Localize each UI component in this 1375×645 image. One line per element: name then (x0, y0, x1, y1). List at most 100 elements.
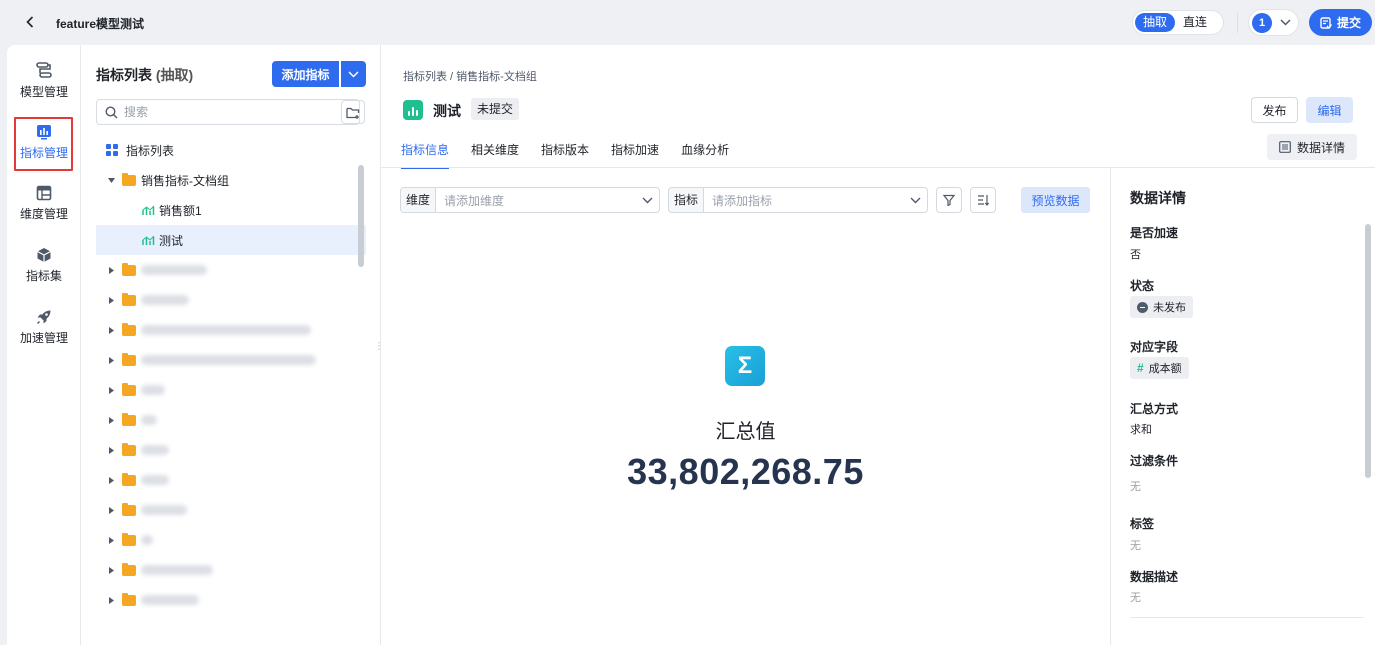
caret-down-icon[interactable] (106, 177, 116, 183)
metric-line-icon (142, 205, 155, 215)
top-bar: feature模型测试 抽取 直连 1 提交 (0, 0, 1375, 45)
details-scrollbar[interactable] (1365, 224, 1371, 478)
agg-label: 汇总方式 (1130, 402, 1179, 416)
list-icon (1279, 141, 1291, 153)
mode-direct[interactable]: 直连 (1175, 13, 1215, 32)
tree-folder[interactable] (96, 525, 366, 555)
tag-value: 无 (1130, 540, 1141, 552)
rocket-icon (37, 310, 51, 324)
obscured-name (141, 385, 165, 395)
data-details-button[interactable]: 数据详情 (1267, 134, 1357, 160)
rail-label-model: 模型管理 (19, 84, 68, 99)
cube-icon (37, 247, 51, 262)
rail-label-metrics: 指标管理 (19, 145, 68, 160)
search-input[interactable] (124, 105, 344, 119)
tab-related-dimensions[interactable]: 相关维度 (471, 135, 519, 167)
tree-leaf-sales[interactable]: 销售额1 (96, 195, 366, 225)
tab-lineage[interactable]: 血缘分析 (681, 135, 729, 167)
filter-condition-label: 过滤条件 (1130, 454, 1179, 468)
folder-icon (122, 292, 136, 306)
tree-folder[interactable] (96, 465, 366, 495)
version-number: 1 (1252, 12, 1272, 33)
field-chip: # 成本额 (1130, 357, 1189, 379)
caret-right-icon[interactable] (106, 356, 116, 364)
caret-right-icon[interactable] (106, 446, 116, 454)
tree-title-text: 指标列表 (96, 67, 152, 83)
add-metric-dropdown[interactable] (341, 61, 366, 87)
status-label: 状态 (1130, 279, 1155, 293)
caret-right-icon[interactable] (106, 326, 116, 334)
clipped-section-header (1130, 631, 1210, 643)
rail-item-metric-sets[interactable]: 指标集 (7, 238, 81, 292)
tab-metric-acceleration[interactable]: 指标加速 (611, 135, 659, 167)
folder-icon (122, 502, 136, 516)
caret-right-icon[interactable] (106, 596, 116, 604)
folder-icon (122, 592, 136, 606)
dimension-select-placeholder: 请添加维度 (444, 193, 505, 208)
caret-right-icon[interactable] (106, 416, 116, 424)
tree-folder[interactable] (96, 375, 366, 405)
filter-button[interactable] (936, 187, 962, 213)
tree-leaf-label: 测试 (159, 233, 184, 248)
rail-item-model[interactable]: 模型管理 (7, 53, 81, 107)
new-folder-button[interactable] (341, 100, 365, 124)
caret-right-icon[interactable] (106, 386, 116, 394)
obscured-name (141, 535, 153, 545)
tree-leaf-test[interactable]: 测试 (96, 225, 366, 255)
caret-right-icon[interactable] (106, 296, 116, 304)
tree-title-suffix: (抽取) (155, 67, 194, 83)
caret-right-icon[interactable] (106, 476, 116, 484)
caret-right-icon[interactable] (106, 566, 116, 574)
rail-item-dimensions[interactable]: 维度管理 (7, 176, 81, 230)
sort-button[interactable] (970, 187, 996, 213)
tab-metric-info[interactable]: 指标信息 (401, 135, 450, 169)
tree-scrollbar[interactable] (358, 165, 364, 267)
back-button[interactable] (22, 12, 38, 32)
version-selector[interactable]: 1 (1248, 9, 1299, 36)
tree-folder[interactable] (96, 345, 366, 375)
tree-search[interactable] (96, 99, 360, 125)
edit-button[interactable]: 编辑 (1306, 97, 1353, 123)
chevron-down-icon (635, 197, 659, 204)
dimension-select[interactable]: 维度 请添加维度 (400, 187, 660, 213)
caret-right-icon[interactable] (106, 266, 116, 274)
tree-root[interactable]: 指标列表 (96, 135, 366, 165)
tree-group[interactable]: 销售指标-文档组 (96, 165, 366, 195)
add-metric-button[interactable]: 添加指标 (272, 61, 339, 87)
grid-icon (106, 144, 118, 156)
tag-label: 标签 (1130, 517, 1155, 531)
left-rail: 模型管理 指标管理 维度管理 指标集 加速管理 (7, 45, 81, 645)
summary-value: 33,802,268.75 (627, 451, 864, 492)
metric-bar-icon (403, 100, 423, 120)
main-card: 模型管理 指标管理 维度管理 指标集 加速管理 指标列表 (抽取) 添加指标 搜… (7, 45, 1375, 645)
minus-circle-icon (1137, 301, 1148, 313)
tree-folder[interactable] (96, 315, 366, 345)
folder-icon (122, 382, 136, 396)
status-badge: 未提交 (471, 98, 520, 120)
publish-button[interactable]: 发布 (1251, 97, 1298, 123)
submit-button[interactable]: 提交 (1309, 9, 1372, 36)
tree-folder[interactable] (96, 585, 366, 615)
caret-right-icon[interactable] (106, 536, 116, 544)
mode-extract[interactable]: 抽取 (1135, 13, 1176, 32)
tree-folder[interactable] (96, 255, 366, 285)
tree-folder[interactable] (96, 555, 366, 585)
caret-right-icon[interactable] (106, 506, 116, 514)
metric-select-placeholder: 请添加指标 (712, 193, 773, 208)
field-chip-text: 成本额 (1148, 363, 1182, 375)
tree-folder[interactable] (96, 405, 366, 435)
hash-icon: # (1137, 361, 1144, 375)
preview-data-button[interactable]: 预览数据 (1021, 187, 1090, 213)
obscured-name (141, 265, 207, 275)
rail-item-acceleration[interactable]: 加速管理 (7, 300, 81, 354)
tree-folder[interactable] (96, 285, 366, 315)
tree-folder[interactable] (96, 435, 366, 465)
rail-item-metrics[interactable]: 指标管理 (7, 115, 81, 171)
metric-select[interactable]: 指标 请添加指标 (668, 187, 928, 213)
tree-folder[interactable] (96, 495, 366, 525)
header-divider (1237, 13, 1238, 33)
metric-select-label: 指标 (669, 188, 705, 212)
tab-metric-versions[interactable]: 指标版本 (541, 135, 589, 167)
mode-toggle[interactable]: 抽取 直连 (1132, 10, 1224, 35)
tree-group-label: 销售指标-文档组 (141, 173, 229, 188)
